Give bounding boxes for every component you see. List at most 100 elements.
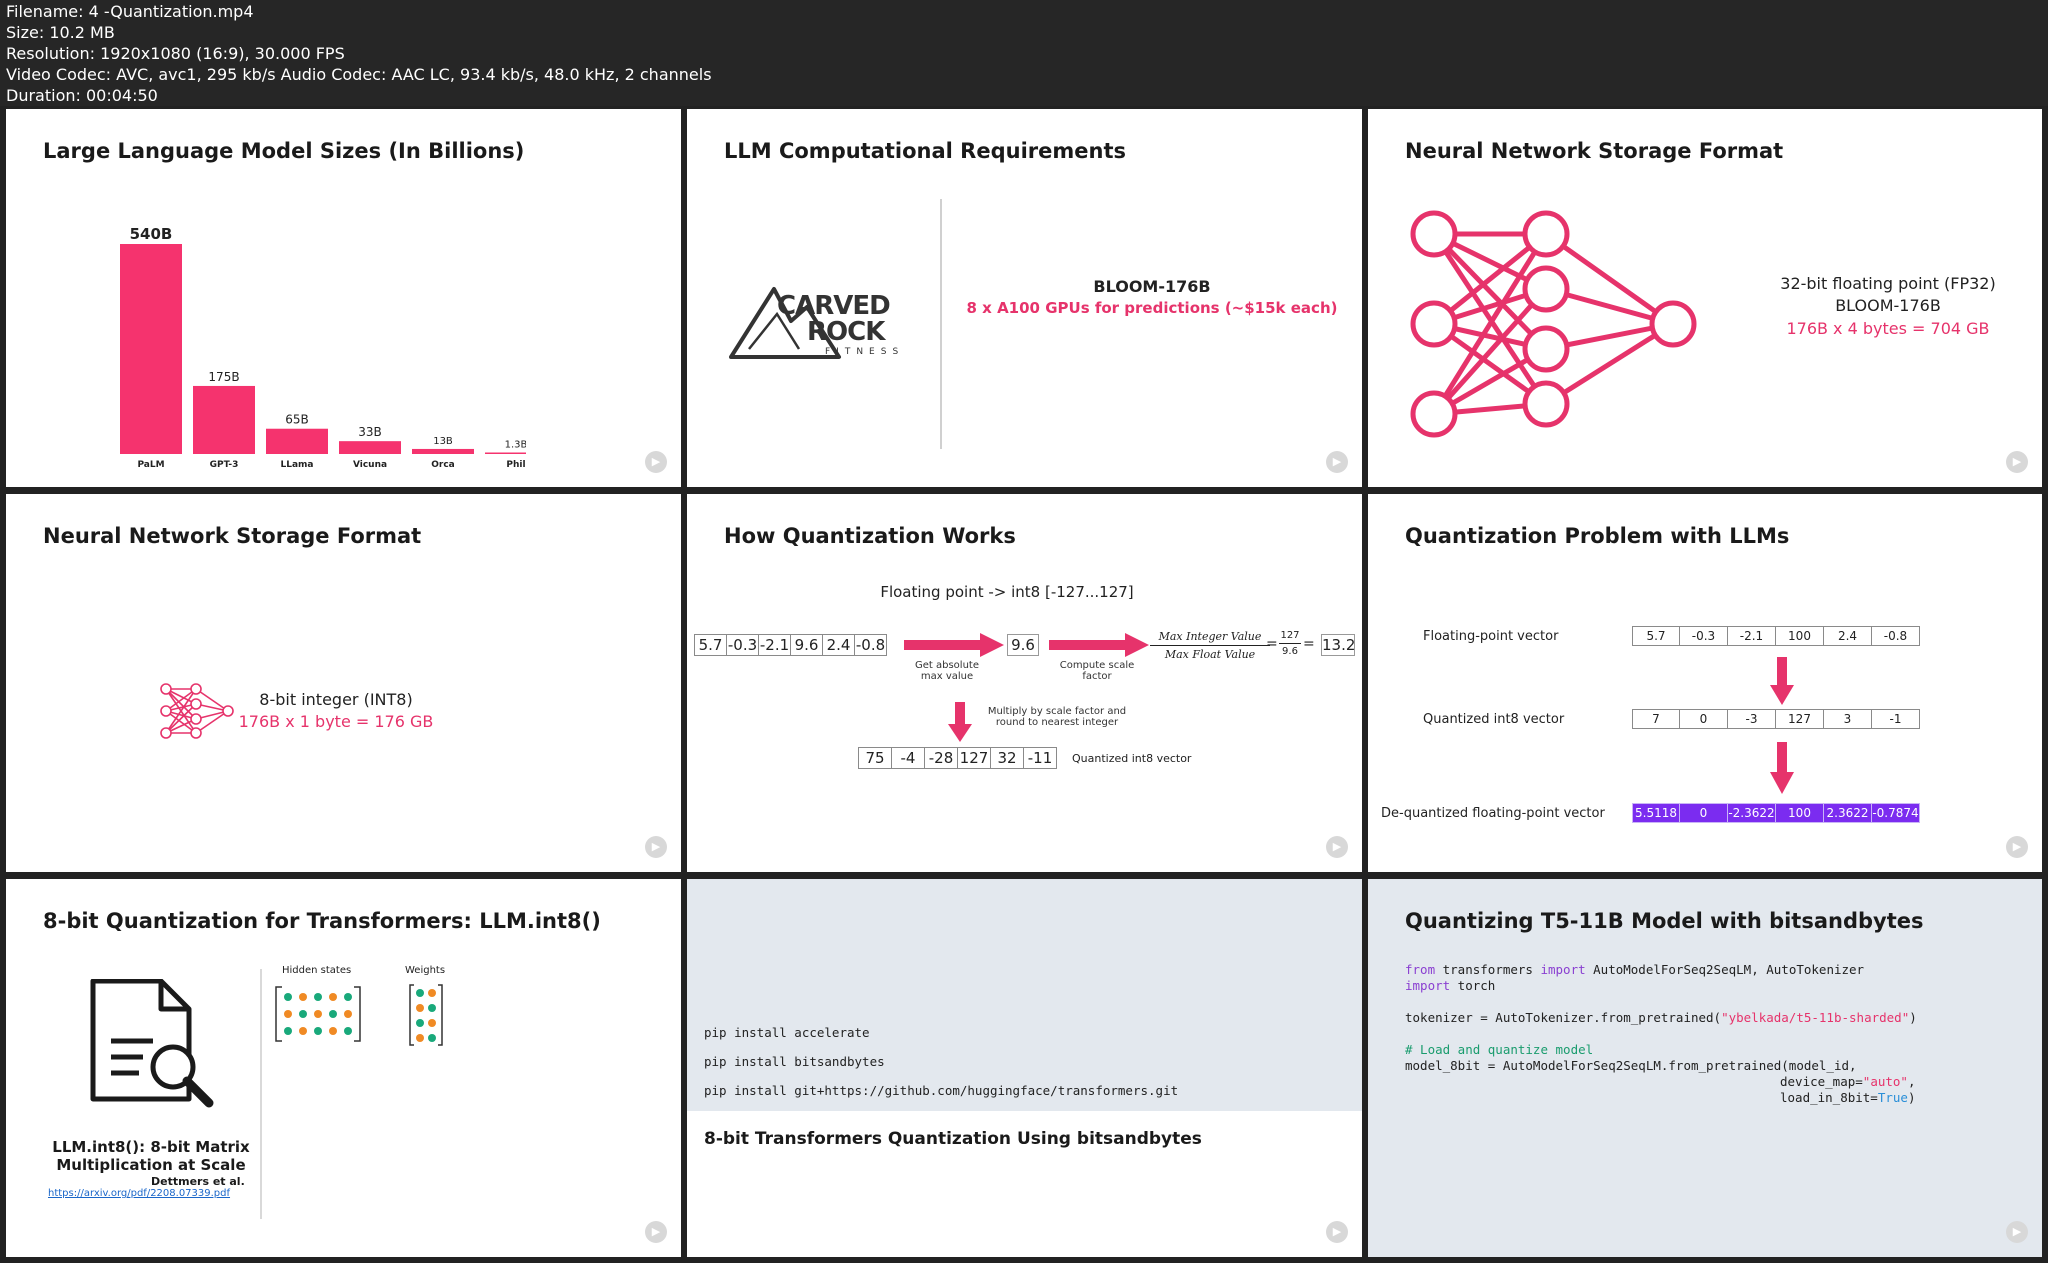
dequantized-vector: 5.5118 0 -2.3622 100 2.3622 -0.7874	[1632, 803, 1920, 823]
matrix-dot	[314, 1027, 322, 1035]
matrix-dot	[284, 1027, 292, 1035]
divider-line	[940, 199, 942, 449]
logo-word-rock: ROCK	[807, 317, 885, 347]
paper-link[interactable]: https://arxiv.org/pdf/2208.07339.pdf	[48, 1188, 230, 1199]
fp32-size-calc: 176B x 4 bytes = 704 GB	[1786, 319, 1990, 338]
filename-text: Filename: 4 -Quantization.mp4	[6, 2, 254, 21]
code-text: device_map=	[1780, 1074, 1863, 1089]
vector-cell: -28	[924, 747, 958, 769]
logo-word-fitness: FITNESS	[825, 347, 905, 357]
slide-caption: 8-bit Transformers Quantization Using bi…	[704, 1129, 1202, 1149]
matrix-dot	[344, 1027, 352, 1035]
vector-cell: -2.3622	[1727, 803, 1776, 823]
output-int8-vector: 75 -4 -28 127 32 -11	[858, 747, 1057, 769]
filesize-text: Size: 10.2 MB	[6, 23, 115, 42]
matrix-dot	[284, 1010, 292, 1018]
slide-title: LLM Computational Requirements	[724, 139, 1126, 163]
slide-title: Quantization Problem with LLMs	[1405, 524, 1790, 548]
vector-cell: -0.7874	[1871, 803, 1920, 823]
vector-cell: -2.1	[1727, 626, 1776, 646]
code-line: from transformers import AutoModelForSeq…	[1405, 962, 2025, 978]
bar-value-label: 175B	[208, 370, 239, 384]
thumbnail-slide-4[interactable]: Neural Network Storage Format 8-bit inte…	[6, 494, 681, 872]
weights-label: Weights	[405, 965, 446, 976]
matrix-dot	[428, 989, 436, 997]
fraction-bar	[1279, 643, 1301, 644]
matrix-dot	[329, 1010, 337, 1018]
bar-gpt-3	[193, 385, 255, 454]
vector-cell: -3	[1727, 709, 1776, 729]
step-get-max-label: Get absolute max value	[915, 660, 979, 682]
vector-cell: 2.4	[1823, 626, 1872, 646]
code-line: tokenizer = AutoTokenizer.from_pretraine…	[1405, 1010, 2025, 1026]
thumbnail-slide-2[interactable]: LLM Computational Requirements CARVED RO…	[687, 109, 1362, 487]
vector-cell: 5.5118	[1632, 803, 1680, 823]
paper-title-line2: Multiplication at Scale	[56, 1156, 246, 1174]
bar-vicuna	[339, 441, 401, 454]
carved-rock-logo: CARVED ROCK FITNESS	[729, 279, 919, 369]
vector-cell: -4	[891, 747, 925, 769]
slide-title: Neural Network Storage Format	[43, 524, 422, 548]
vector-cell: 9.6	[790, 634, 823, 656]
vector-cell: 32	[990, 747, 1024, 769]
thumbnail-slide-7[interactable]: 8-bit Quantization for Transformers: LLM…	[6, 879, 681, 1257]
vector-cell: -0.3	[1679, 626, 1728, 646]
scale-formula: Max Integer Value Max Float Value	[1150, 630, 1270, 661]
matrix-dot	[299, 1010, 307, 1018]
matrix-dot	[428, 1019, 436, 1027]
slide-title: Quantizing T5-11B Model with bitsandbyte…	[1405, 909, 1924, 933]
numeric-fraction: 127 9.6	[1279, 630, 1301, 657]
bar-llama	[266, 428, 328, 454]
equals-sign: =	[1303, 636, 1315, 652]
int8-format: 8-bit integer (INT8)	[259, 690, 413, 709]
code-string: "ybelkada/t5-11b-sharded"	[1721, 1010, 1910, 1025]
thumbnail-slide-9[interactable]: Quantizing T5-11B Model with bitsandbyte…	[1368, 879, 2042, 1257]
bar-value-label: 1.3B	[505, 440, 526, 451]
play-watermark-icon: ▶	[645, 451, 667, 473]
codec-text: Video Codec: AVC, avc1, 295 kb/s Audio C…	[6, 65, 712, 84]
matrix-dot	[416, 1004, 424, 1012]
matrix-dot	[416, 989, 424, 997]
fraction-bar	[1150, 645, 1270, 646]
vector-cell: 127	[957, 747, 991, 769]
matrix-dot	[344, 1010, 352, 1018]
bar-phil	[485, 452, 526, 454]
play-watermark-icon: ▶	[2006, 836, 2028, 858]
thumbnail-slide-3[interactable]: Neural Network Storage Format 32-bit flo…	[1368, 109, 2042, 487]
thumbnail-slide-8[interactable]: pip install accelerate pip install bitsa…	[687, 879, 1362, 1257]
bar-category-label: GPT-3	[210, 460, 239, 469]
slide-title: How Quantization Works	[724, 524, 1016, 548]
quantization-range-subtitle: Floating point -> int8 [-127...127]	[880, 583, 1134, 601]
code-line: load_in_8bit=True)	[1405, 1090, 2025, 1106]
fraction-numerator: 127	[1280, 630, 1300, 641]
vector-cell: -11	[1023, 747, 1057, 769]
slide-title: Large Language Model Sizes (In Billions)	[43, 139, 525, 163]
vector-cell: -0.8	[854, 634, 887, 656]
bar-category-label: Orca	[431, 460, 455, 469]
code-line: import torch	[1405, 978, 2025, 994]
int8-vector-label: Quantized int8 vector	[1423, 712, 1565, 727]
bar-category-label: Vicuna	[353, 460, 387, 469]
matrix-dot	[299, 993, 307, 1001]
thumbnail-slide-5[interactable]: How Quantization Works Floating point ->…	[687, 494, 1362, 872]
bar-palm	[120, 244, 182, 454]
vector-cell: -0.3	[726, 634, 759, 656]
pip-command-transformers: pip install git+https://github.com/huggi…	[704, 1083, 1179, 1098]
hidden-states-matrix-icon	[275, 986, 361, 1042]
bar-category-label: PaLM	[137, 460, 164, 469]
thumbnail-slide-6[interactable]: Quantization Problem with LLMs Floating-…	[1368, 494, 2042, 872]
matrix-dot	[416, 1034, 424, 1042]
float-vector-label: Floating-point vector	[1423, 629, 1559, 644]
dequantized-vector-label: De-quantized floating-point vector	[1381, 806, 1605, 821]
vector-cell: 100	[1775, 626, 1824, 646]
code-comment: # Load and quantize model	[1405, 1042, 1594, 1057]
pip-command-bitsandbytes: pip install bitsandbytes	[704, 1054, 885, 1069]
vector-cell: 3	[1823, 709, 1872, 729]
code-text: load_in_8bit=	[1780, 1090, 1878, 1105]
slide-title: Neural Network Storage Format	[1405, 139, 1784, 163]
formula-denominator: Max Float Value	[1164, 648, 1256, 661]
thumbnail-slide-1[interactable]: Large Language Model Sizes (In Billions)…	[6, 109, 681, 487]
vector-cell: -2.1	[758, 634, 791, 656]
model-size-bar-chart: 540B PaLM 175B GPT-3 65B LLama 33B Vicuna 13B Orc…	[120, 225, 526, 469]
